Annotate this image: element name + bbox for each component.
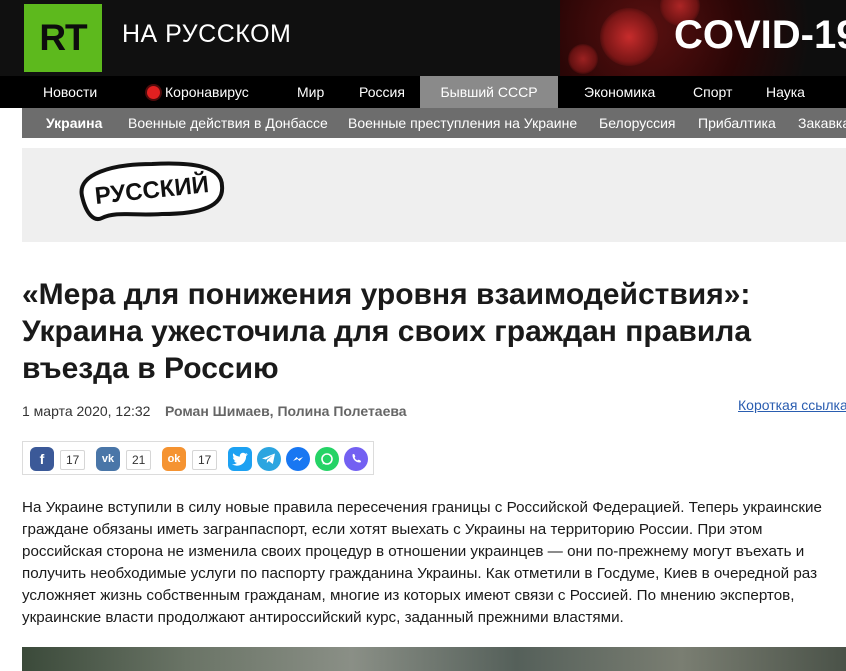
subnav-item-war-crimes[interactable]: Военные преступления на Украине: [348, 108, 577, 138]
viber-icon[interactable]: [344, 447, 368, 471]
facebook-icon[interactable]: f: [30, 447, 54, 471]
sub-nav: Украина Военные действия в Донбассе Воен…: [22, 108, 846, 138]
vk-share-count: 21: [126, 450, 152, 470]
nav-item-russia[interactable]: Россия: [359, 76, 405, 108]
subnav-item-baltics[interactable]: Прибалтика: [698, 108, 776, 138]
article-date: 1 марта 2020, 12:32: [22, 403, 151, 419]
article-authors[interactable]: Роман Шимаев, Полина Полетаева: [165, 403, 407, 419]
main-nav: Новости Коронавирус Мир Россия Бывший СС…: [0, 76, 846, 108]
virus-icon: [147, 86, 160, 99]
nav-item-sport[interactable]: Спорт: [693, 76, 732, 108]
nav-item-label: Коронавирус: [165, 84, 249, 100]
site-title[interactable]: НА РУССКОМ: [122, 20, 291, 49]
messenger-icon[interactable]: [286, 447, 310, 471]
article-main-image[interactable]: [22, 647, 846, 671]
nav-item-coronavirus[interactable]: Коронавирус: [147, 76, 249, 108]
odnoklassniki-icon[interactable]: ok: [162, 447, 186, 471]
site-header: RT НА РУССКОМ COVID-19: [0, 0, 846, 76]
article-headline: «Мера для понижения уровня взаимодействи…: [22, 278, 752, 385]
rt-logo-text: RT: [39, 17, 87, 58]
nav-item-economy[interactable]: Экономика: [584, 76, 655, 108]
virus-illustration: [600, 8, 658, 66]
short-link[interactable]: Короткая ссылка: [738, 397, 846, 413]
whatsapp-icon[interactable]: [315, 447, 339, 471]
vk-icon[interactable]: vk: [96, 447, 120, 471]
covid-banner-title[interactable]: COVID-19: [674, 13, 846, 58]
nav-item-science[interactable]: Наука: [766, 76, 805, 108]
virus-illustration: [568, 44, 598, 74]
odnoklassniki-share-count: 17: [192, 450, 218, 470]
russkiy-badge[interactable]: РУССКИЙ: [72, 156, 226, 222]
article-lead: На Украине вступили в силу новые правила…: [22, 499, 822, 626]
share-bar: f 17 vk 21 ok 17: [22, 441, 374, 475]
subnav-item-donbass[interactable]: Военные действия в Донбассе: [128, 108, 328, 138]
subnav-item-belarus[interactable]: Белоруссия: [599, 108, 676, 138]
subnav-item-ukraine[interactable]: Украина: [46, 108, 102, 138]
facebook-share-count: 17: [60, 450, 86, 470]
nav-item-news[interactable]: Новости: [43, 76, 97, 108]
nav-item-world[interactable]: Мир: [297, 76, 324, 108]
subnav-item-caucasus[interactable]: Закавказье: [798, 108, 846, 138]
rt-logo[interactable]: RT: [24, 4, 102, 72]
twitter-icon[interactable]: [228, 447, 252, 471]
telegram-icon[interactable]: [257, 447, 281, 471]
nav-item-former-ussr[interactable]: Бывший СССР: [420, 76, 558, 108]
